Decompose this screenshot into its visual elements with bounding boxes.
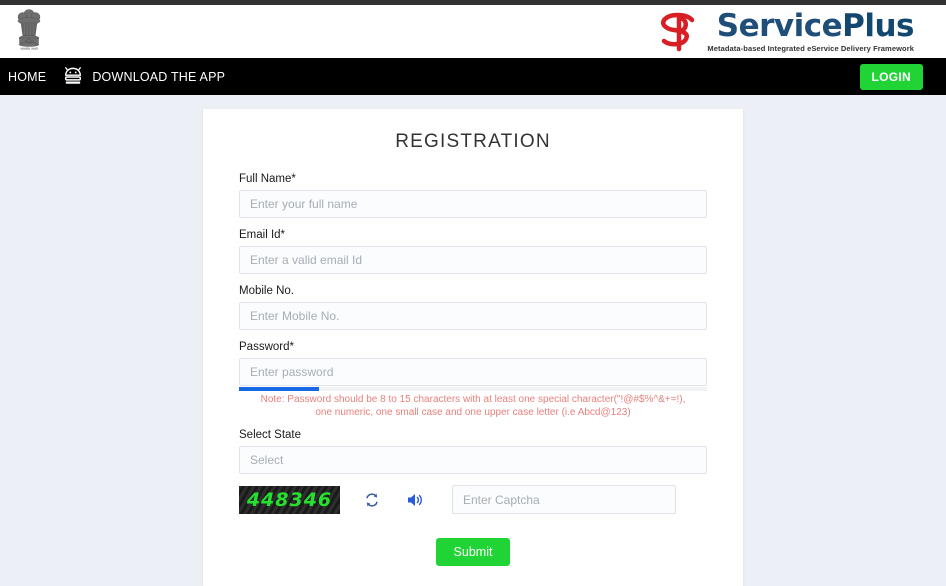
password-input[interactable] <box>239 358 707 386</box>
password-strength-track <box>239 387 707 391</box>
state-label-text: Select State <box>239 429 302 441</box>
password-strength-bar <box>239 387 319 391</box>
mobile-label: Mobile No. <box>239 285 707 297</box>
nav-item-home-label: HOME <box>8 69 47 84</box>
android-icon <box>65 66 82 84</box>
brand-title-service: Service <box>716 7 843 44</box>
field-group-password: Password* <box>239 341 707 391</box>
speaker-icon <box>408 493 422 506</box>
refresh-icon <box>366 492 378 507</box>
password-hint-line2: one numeric, one small case and one uppe… <box>315 406 631 418</box>
emblem-caption: सत्यमेव जयते <box>20 46 38 51</box>
sp-monogram-icon <box>661 12 695 51</box>
password-hint: Note: Password should be 8 to 15 charact… <box>239 394 707 419</box>
email-required-mark: * <box>280 229 286 241</box>
password-required-mark: * <box>289 341 294 353</box>
submit-button[interactable]: Submit <box>435 538 511 566</box>
emblem-wrapper: सत्यमेव जयते <box>14 8 44 56</box>
field-group-mobile: Mobile No. <box>239 285 707 330</box>
brand-tagline: Metadata-based Integrated eService Deliv… <box>707 43 914 53</box>
state-select[interactable] <box>239 446 707 474</box>
india-national-emblem: सत्यमेव जयते <box>17 8 41 51</box>
page-main: REGISTRATION Full Name* Email Id* Mobile… <box>0 95 946 586</box>
password-label-text: Password <box>239 341 290 353</box>
navbar-links: HOME DOWNLOAD THE APP <box>8 66 226 87</box>
submit-row: Submit <box>239 538 707 566</box>
brand-title: ServicePlus <box>716 7 915 44</box>
password-label: Password* <box>239 341 707 353</box>
mobile-label-text: Mobile No. <box>239 285 294 297</box>
password-hint-line1: Note: Password should be 8 to 15 charact… <box>260 394 686 405</box>
nav-item-download-app[interactable]: DOWNLOAD THE APP <box>62 66 226 87</box>
main-navbar: HOME DOWNLOAD THE APP LOGIN <box>0 58 946 95</box>
captcha-refresh-button[interactable] <box>364 492 380 508</box>
login-button[interactable]: LOGIN <box>859 64 923 90</box>
nav-item-download-label: DOWNLOAD THE APP <box>92 69 226 84</box>
mobile-input[interactable] <box>239 302 707 330</box>
page-title: REGISTRATION <box>395 131 551 152</box>
captcha-input[interactable] <box>452 485 676 514</box>
field-group-state: Select State <box>239 429 707 474</box>
full-name-required-mark: * <box>291 173 296 185</box>
full-name-input[interactable] <box>239 190 707 218</box>
captcha-row: 448346 <box>239 485 707 514</box>
full-name-label: Full Name* <box>239 173 707 185</box>
full-name-label-text: Full Name <box>239 173 292 185</box>
email-label-text: Email Id <box>239 229 281 241</box>
state-label: Select State <box>239 429 707 441</box>
captcha-code: 448346 <box>246 488 333 511</box>
field-group-email: Email Id* <box>239 229 707 274</box>
captcha-audio-button[interactable] <box>406 492 424 508</box>
field-group-full-name: Full Name* <box>239 173 707 218</box>
serviceplus-logo: ServicePlus Metadata-based Integrated eS… <box>657 7 915 53</box>
registration-card: REGISTRATION Full Name* Email Id* Mobile… <box>203 109 743 586</box>
nav-item-home[interactable]: HOME <box>8 70 46 84</box>
site-header: सत्यमेव जयते ServicePlus Metadata-based … <box>0 5 946 58</box>
captcha-image: 448346 <box>239 485 340 514</box>
email-label: Email Id* <box>239 229 707 241</box>
brand-title-plus: Plus <box>842 7 914 44</box>
email-input[interactable] <box>239 246 707 274</box>
